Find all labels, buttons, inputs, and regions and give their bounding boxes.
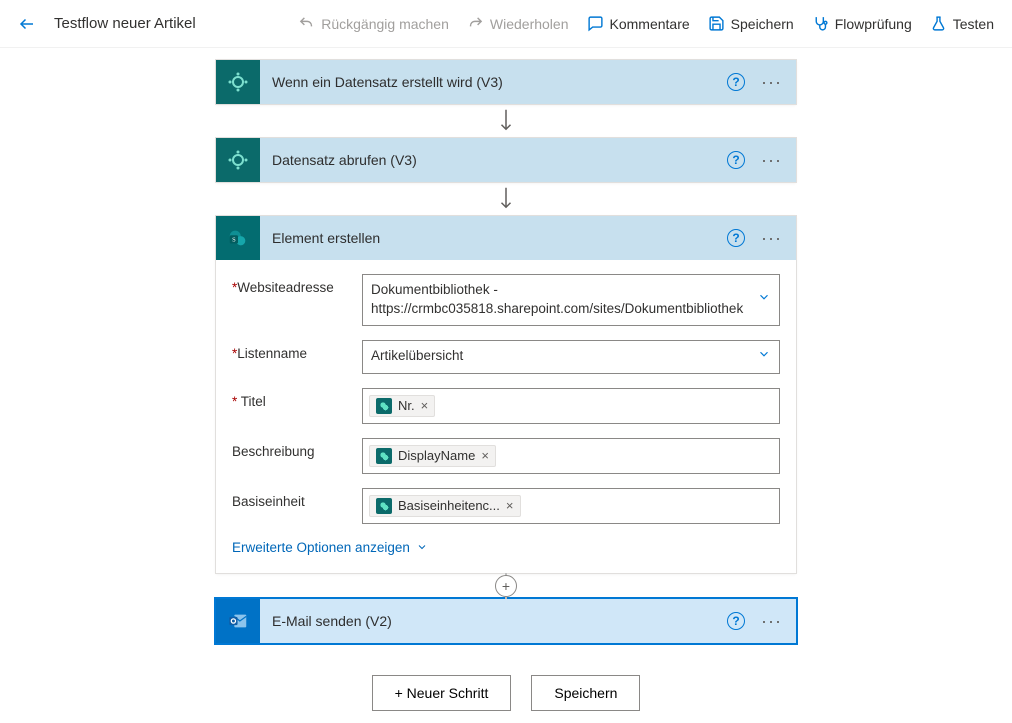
connector-arrow	[497, 182, 515, 216]
flask-icon	[930, 15, 947, 32]
card-menu-icon[interactable]: ···	[761, 73, 782, 91]
baseunit-input[interactable]: Basiseinheitenc... ×	[362, 488, 780, 524]
flow-title: Testflow neuer Artikel	[54, 15, 196, 32]
canvas-footer: + Neuer Schritt Speichern	[372, 675, 641, 711]
action-card-createitem[interactable]: S Element erstellen ? ··· *Websiteadress…	[216, 216, 796, 573]
dataverse-connector-icon	[216, 138, 260, 182]
field-label: Basiseinheit	[232, 488, 362, 509]
help-icon[interactable]: ?	[727, 612, 745, 630]
card-menu-icon[interactable]: ···	[761, 229, 782, 247]
card-menu-icon[interactable]: ···	[761, 151, 782, 169]
field-row-title: * Titel Nr. ×	[232, 388, 780, 424]
redo-icon	[467, 15, 484, 32]
field-row-description: Beschreibung DisplayName ×	[232, 438, 780, 474]
description-input[interactable]: DisplayName ×	[362, 438, 780, 474]
save-icon	[708, 15, 725, 32]
undo-button: Rückgängig machen	[298, 15, 449, 32]
chevron-down-icon	[757, 347, 771, 367]
undo-icon	[298, 15, 315, 32]
dataverse-connector-icon	[216, 60, 260, 104]
token-label: DisplayName	[398, 448, 475, 463]
insert-step-button[interactable]: +	[495, 575, 517, 597]
dataverse-token-icon	[376, 498, 392, 514]
card-body: *Websiteadresse Dokumentbibliothek - htt…	[216, 260, 796, 573]
action-card-trigger[interactable]: Wenn ein Datensatz erstellt wird (V3) ? …	[216, 60, 796, 104]
save-label: Speichern	[731, 16, 794, 32]
flow-canvas: Wenn ein Datensatz erstellt wird (V3) ? …	[0, 48, 1012, 711]
help-icon[interactable]: ?	[727, 151, 745, 169]
chevron-down-icon	[757, 290, 771, 310]
card-title: E-Mail senden (V2)	[260, 613, 727, 629]
test-button[interactable]: Testen	[930, 15, 994, 32]
connector-arrow	[497, 104, 515, 138]
test-label: Testen	[953, 16, 994, 32]
token-label: Nr.	[398, 398, 415, 413]
dataverse-token-icon	[376, 448, 392, 464]
title-input[interactable]: Nr. ×	[362, 388, 780, 424]
action-card-getrecord[interactable]: Datensatz abrufen (V3) ? ···	[216, 138, 796, 182]
footer-save-button[interactable]: Speichern	[531, 675, 640, 711]
card-header[interactable]: Wenn ein Datensatz erstellt wird (V3) ? …	[216, 60, 796, 104]
flowcheck-label: Flowprüfung	[835, 16, 912, 32]
comments-button[interactable]: Kommentare	[587, 15, 690, 32]
sharepoint-connector-icon: S	[216, 216, 260, 260]
flowcheck-button[interactable]: Flowprüfung	[812, 15, 912, 32]
stethoscope-icon	[812, 15, 829, 32]
siteaddress-dropdown[interactable]: Dokumentbibliothek - https://crmbc035818…	[362, 274, 780, 326]
card-title: Element erstellen	[260, 230, 727, 246]
comments-label: Kommentare	[610, 16, 690, 32]
comment-icon	[587, 15, 604, 32]
card-header[interactable]: E-Mail senden (V2) ? ···	[216, 599, 796, 643]
listname-dropdown[interactable]: Artikelübersicht	[362, 340, 780, 374]
card-menu-icon[interactable]: ···	[761, 612, 782, 630]
dynamic-token[interactable]: Nr. ×	[369, 395, 435, 417]
token-remove-icon[interactable]: ×	[481, 448, 489, 463]
redo-button: Wiederholen	[467, 15, 569, 32]
chevron-down-icon	[416, 541, 428, 553]
redo-label: Wiederholen	[490, 16, 569, 32]
dataverse-token-icon	[376, 398, 392, 414]
show-advanced-options[interactable]: Erweiterte Optionen anzeigen	[232, 540, 428, 555]
svg-text:S: S	[232, 237, 236, 244]
editor-header: Testflow neuer Artikel Rückgängig machen…	[0, 0, 1012, 48]
field-label: * Titel	[232, 388, 362, 409]
card-header[interactable]: S Element erstellen ? ···	[216, 216, 796, 260]
card-title: Wenn ein Datensatz erstellt wird (V3)	[260, 74, 727, 90]
action-card-sendmail[interactable]: E-Mail senden (V2) ? ···	[216, 599, 796, 643]
token-remove-icon[interactable]: ×	[506, 498, 514, 513]
card-header[interactable]: Datensatz abrufen (V3) ? ···	[216, 138, 796, 182]
token-label: Basiseinheitenc...	[398, 498, 500, 513]
token-remove-icon[interactable]: ×	[421, 398, 429, 413]
field-row-listname: *Listenname Artikelübersicht	[232, 340, 780, 374]
save-button[interactable]: Speichern	[708, 15, 794, 32]
dynamic-token[interactable]: Basiseinheitenc... ×	[369, 495, 521, 517]
field-row-siteaddress: *Websiteadresse Dokumentbibliothek - htt…	[232, 274, 780, 326]
back-arrow-icon[interactable]	[18, 15, 36, 33]
outlook-connector-icon	[216, 599, 260, 643]
undo-label: Rückgängig machen	[321, 16, 449, 32]
listname-value: Artikelübersicht	[371, 347, 749, 366]
field-label: *Websiteadresse	[232, 274, 362, 295]
field-label: Beschreibung	[232, 438, 362, 459]
card-title: Datensatz abrufen (V3)	[260, 152, 727, 168]
dynamic-token[interactable]: DisplayName ×	[369, 445, 496, 467]
siteaddress-value: Dokumentbibliothek - https://crmbc035818…	[371, 281, 749, 319]
help-icon[interactable]: ?	[727, 73, 745, 91]
field-row-baseunit: Basiseinheit Basiseinheitenc... ×	[232, 488, 780, 524]
advanced-label: Erweiterte Optionen anzeigen	[232, 540, 410, 555]
field-label: *Listenname	[232, 340, 362, 361]
help-icon[interactable]: ?	[727, 229, 745, 247]
new-step-button[interactable]: + Neuer Schritt	[372, 675, 512, 711]
